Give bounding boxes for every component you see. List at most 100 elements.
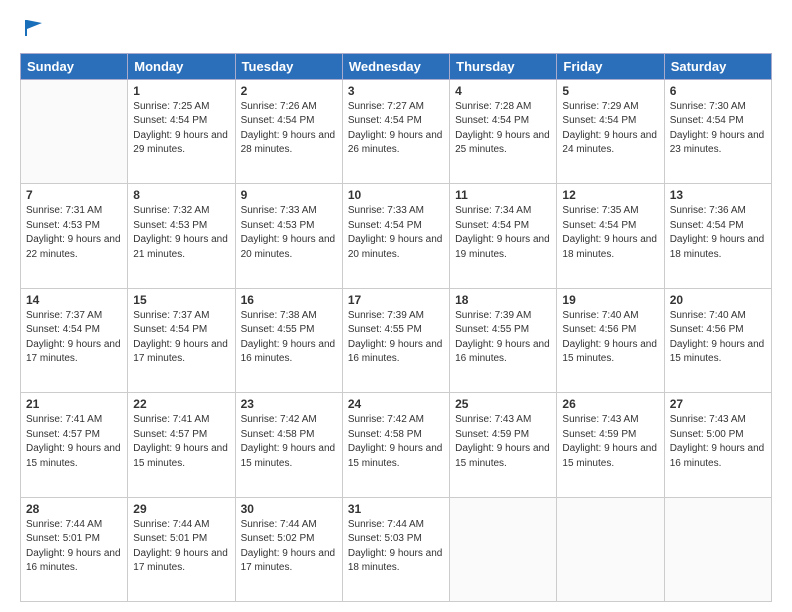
calendar-header-friday: Friday	[557, 53, 664, 79]
day-number: 26	[562, 397, 658, 411]
calendar-cell: 18 Sunrise: 7:39 AMSunset: 4:55 PMDayligh…	[450, 288, 557, 392]
calendar-header-saturday: Saturday	[664, 53, 771, 79]
calendar-cell: 20Sunrise: 7:40 AMSunset: 4:56 PMDayligh…	[664, 288, 771, 392]
calendar-cell: 6 Sunrise: 7:30 AMSunset: 4:54 PMDaylight…	[664, 79, 771, 183]
day-number: 8	[133, 188, 229, 202]
day-info: Sunrise: 7:41 AMSunset: 4:57 PMDaylight:…	[26, 413, 122, 471]
calendar-cell: 17Sunrise: 7:39 AMSunset: 4:55 PMDayligh…	[342, 288, 449, 392]
day-number: 18	[455, 293, 551, 307]
calendar-header-monday: Monday	[128, 53, 235, 79]
day-number: 24	[348, 397, 444, 411]
calendar-cell: 1 Sunrise: 7:25 AMSunset: 4:54 PMDaylight…	[128, 79, 235, 183]
calendar-cell: 9 Sunrise: 7:33 AMSunset: 4:53 PMDaylight…	[235, 184, 342, 288]
day-number: 29	[133, 502, 229, 516]
calendar-header-row: SundayMondayTuesdayWednesdayThursdayFrid…	[21, 53, 772, 79]
calendar-cell: 11 Sunrise: 7:34 AMSunset: 4:54 PMDayligh…	[450, 184, 557, 288]
day-info: Sunrise: 7:40 AMSunset: 4:56 PMDaylight:…	[670, 309, 766, 367]
day-number: 28	[26, 502, 122, 516]
logo	[20, 16, 46, 45]
header	[20, 16, 772, 45]
day-info: Sunrise: 7:37 AMSunset: 4:54 PMDaylight:…	[133, 309, 229, 367]
day-number: 12	[562, 188, 658, 202]
calendar-cell: 4 Sunrise: 7:28 AMSunset: 4:54 PMDaylight…	[450, 79, 557, 183]
day-info: Sunrise: 7:26 AMSunset: 4:54 PMDaylight:…	[241, 100, 337, 158]
day-number: 1	[133, 84, 229, 98]
calendar-cell	[21, 79, 128, 183]
day-info: Sunrise: 7:43 AMSunset: 4:59 PMDaylight:…	[455, 413, 551, 471]
day-info: Sunrise: 7:41 AMSunset: 4:57 PMDaylight:…	[133, 413, 229, 471]
calendar-table: SundayMondayTuesdayWednesdayThursdayFrid…	[20, 53, 772, 602]
day-number: 9	[241, 188, 337, 202]
day-info: Sunrise: 7:44 AMSunset: 5:01 PMDaylight:…	[133, 518, 229, 576]
calendar-cell: 19 Sunrise: 7:40 AMSunset: 4:56 PMDayligh…	[557, 288, 664, 392]
day-info: Sunrise: 7:25 AMSunset: 4:54 PMDaylight:…	[133, 100, 229, 158]
day-number: 6	[670, 84, 766, 98]
day-info: Sunrise: 7:35 AMSunset: 4:54 PMDaylight:…	[562, 204, 658, 262]
calendar-cell: 25Sunrise: 7:43 AMSunset: 4:59 PMDayligh…	[450, 393, 557, 497]
calendar-cell: 8 Sunrise: 7:32 AMSunset: 4:53 PMDaylight…	[128, 184, 235, 288]
calendar-cell: 14 Sunrise: 7:37 AMSunset: 4:54 PMDayligh…	[21, 288, 128, 392]
calendar-cell: 16Sunrise: 7:38 AMSunset: 4:55 PMDayligh…	[235, 288, 342, 392]
calendar-cell: 29 Sunrise: 7:44 AMSunset: 5:01 PMDayligh…	[128, 497, 235, 601]
calendar-cell: 5Sunrise: 7:29 AMSunset: 4:54 PMDaylight…	[557, 79, 664, 183]
day-number: 10	[348, 188, 444, 202]
day-info: Sunrise: 7:43 AMSunset: 4:59 PMDaylight:…	[562, 413, 658, 471]
day-number: 4	[455, 84, 551, 98]
calendar-week-row: 7Sunrise: 7:31 AMSunset: 4:53 PMDaylight…	[21, 184, 772, 288]
calendar-cell: 24 Sunrise: 7:42 AMSunset: 4:58 PMDayligh…	[342, 393, 449, 497]
calendar-cell: 21 Sunrise: 7:41 AMSunset: 4:57 PMDayligh…	[21, 393, 128, 497]
calendar-cell	[557, 497, 664, 601]
day-info: Sunrise: 7:36 AMSunset: 4:54 PMDaylight:…	[670, 204, 766, 262]
calendar-header-tuesday: Tuesday	[235, 53, 342, 79]
day-number: 23	[241, 397, 337, 411]
page: SundayMondayTuesdayWednesdayThursdayFrid…	[0, 0, 792, 612]
day-info: Sunrise: 7:43 AMSunset: 5:00 PMDaylight:…	[670, 413, 766, 471]
day-info: Sunrise: 7:42 AMSunset: 4:58 PMDaylight:…	[241, 413, 337, 471]
calendar-cell: 15Sunrise: 7:37 AMSunset: 4:54 PMDayligh…	[128, 288, 235, 392]
day-number: 30	[241, 502, 337, 516]
day-info: Sunrise: 7:44 AMSunset: 5:01 PMDaylight:…	[26, 518, 122, 576]
day-number: 22	[133, 397, 229, 411]
calendar-header-thursday: Thursday	[450, 53, 557, 79]
day-number: 27	[670, 397, 766, 411]
calendar-cell: 27 Sunrise: 7:43 AMSunset: 5:00 PMDayligh…	[664, 393, 771, 497]
day-number: 17	[348, 293, 444, 307]
day-number: 16	[241, 293, 337, 307]
day-info: Sunrise: 7:28 AMSunset: 4:54 PMDaylight:…	[455, 100, 551, 158]
day-info: Sunrise: 7:33 AMSunset: 4:54 PMDaylight:…	[348, 204, 444, 262]
calendar-week-row: 28 Sunrise: 7:44 AMSunset: 5:01 PMDayligh…	[21, 497, 772, 601]
day-info: Sunrise: 7:37 AMSunset: 4:54 PMDaylight:…	[26, 309, 122, 367]
day-info: Sunrise: 7:33 AMSunset: 4:53 PMDaylight:…	[241, 204, 337, 262]
logo-flag-icon	[22, 16, 46, 40]
calendar-week-row: 14 Sunrise: 7:37 AMSunset: 4:54 PMDayligh…	[21, 288, 772, 392]
day-number: 31	[348, 502, 444, 516]
calendar-cell	[664, 497, 771, 601]
day-number: 3	[348, 84, 444, 98]
calendar-cell: 31Sunrise: 7:44 AMSunset: 5:03 PMDayligh…	[342, 497, 449, 601]
day-info: Sunrise: 7:34 AMSunset: 4:54 PMDaylight:…	[455, 204, 551, 262]
calendar-cell: 7Sunrise: 7:31 AMSunset: 4:53 PMDaylight…	[21, 184, 128, 288]
day-number: 19	[562, 293, 658, 307]
calendar-cell: 10 Sunrise: 7:33 AMSunset: 4:54 PMDayligh…	[342, 184, 449, 288]
calendar-cell: 2 Sunrise: 7:26 AMSunset: 4:54 PMDaylight…	[235, 79, 342, 183]
day-number: 11	[455, 188, 551, 202]
day-info: Sunrise: 7:32 AMSunset: 4:53 PMDaylight:…	[133, 204, 229, 262]
day-info: Sunrise: 7:39 AMSunset: 4:55 PMDaylight:…	[455, 309, 551, 367]
calendar-cell: 13Sunrise: 7:36 AMSunset: 4:54 PMDayligh…	[664, 184, 771, 288]
calendar-header-wednesday: Wednesday	[342, 53, 449, 79]
calendar-cell: 22 Sunrise: 7:41 AMSunset: 4:57 PMDayligh…	[128, 393, 235, 497]
day-info: Sunrise: 7:30 AMSunset: 4:54 PMDaylight:…	[670, 100, 766, 158]
day-info: Sunrise: 7:42 AMSunset: 4:58 PMDaylight:…	[348, 413, 444, 471]
calendar-cell: 12 Sunrise: 7:35 AMSunset: 4:54 PMDayligh…	[557, 184, 664, 288]
day-number: 21	[26, 397, 122, 411]
day-info: Sunrise: 7:44 AMSunset: 5:02 PMDaylight:…	[241, 518, 337, 576]
calendar-cell	[450, 497, 557, 601]
day-number: 14	[26, 293, 122, 307]
calendar-cell: 26 Sunrise: 7:43 AMSunset: 4:59 PMDayligh…	[557, 393, 664, 497]
day-number: 7	[26, 188, 122, 202]
day-info: Sunrise: 7:27 AMSunset: 4:54 PMDaylight:…	[348, 100, 444, 158]
calendar-week-row: 21 Sunrise: 7:41 AMSunset: 4:57 PMDayligh…	[21, 393, 772, 497]
day-number: 2	[241, 84, 337, 98]
calendar-cell: 28 Sunrise: 7:44 AMSunset: 5:01 PMDayligh…	[21, 497, 128, 601]
day-info: Sunrise: 7:40 AMSunset: 4:56 PMDaylight:…	[562, 309, 658, 367]
